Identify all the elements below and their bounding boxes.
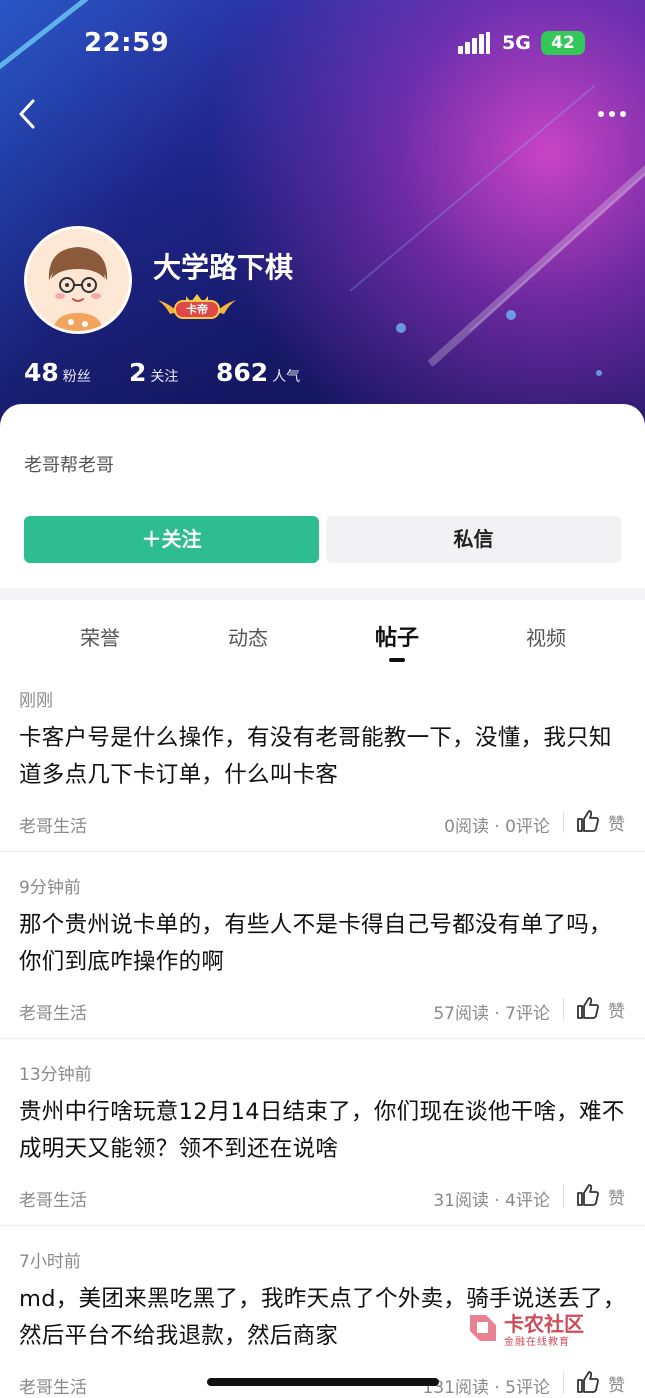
stat-value: 48 xyxy=(24,358,59,387)
stat-popularity: 862 人气 xyxy=(216,358,300,387)
status-time: 22:59 xyxy=(84,28,170,58)
post-stats: 0阅读 · 0评论 xyxy=(444,817,550,837)
decor-dot xyxy=(596,370,602,376)
tab-videos[interactable]: 视频 xyxy=(496,622,596,651)
profile-card: 老哥帮老哥 ＋关注 私信 xyxy=(0,404,645,594)
home-indicator[interactable] xyxy=(207,1378,439,1386)
thumbs-up-icon xyxy=(577,1371,599,1393)
avatar[interactable] xyxy=(24,226,132,334)
like-label: 赞 xyxy=(608,815,625,835)
network-type: 5G xyxy=(502,32,531,54)
like-button[interactable]: 赞 xyxy=(576,996,636,1022)
battery-level: 42 xyxy=(551,33,575,53)
post-title[interactable]: 卡客户号是什么操作，有没有老哥能教一下，没懂，我只知道多点几下卡订单，什么叫卡客 xyxy=(19,720,631,794)
post-item[interactable]: 9分钟前 那个贵州说卡单的，有些人不是卡得自己号都没有单了吗，你们到底咋操作的啊… xyxy=(0,852,645,1039)
decor-dot xyxy=(396,323,406,333)
stat-value: 862 xyxy=(216,358,269,387)
username: 大学路下棋 xyxy=(153,251,294,284)
stat-fans[interactable]: 48 粉丝 xyxy=(24,358,91,387)
rank-badge-label: 卡帝 xyxy=(186,303,208,316)
post-category[interactable]: 老哥生活 xyxy=(19,999,87,1024)
post-title[interactable]: 那个贵州说卡单的，有些人不是卡得自己号都没有单了吗，你们到底咋操作的啊 xyxy=(19,907,631,981)
post-time: 刚刚 xyxy=(19,691,53,711)
tab-honors[interactable]: 荣誉 xyxy=(50,622,150,651)
stat-following[interactable]: 2 关注 xyxy=(129,358,178,387)
like-label: 赞 xyxy=(608,1189,625,1209)
stat-label: 粉丝 xyxy=(62,369,91,385)
post-stats: 31阅读 · 4评论 xyxy=(433,1191,550,1211)
tab-posts[interactable]: 帖子 xyxy=(347,620,447,652)
post-item[interactable]: 刚刚 卡客户号是什么操作，有没有老哥能教一下，没懂，我只知道多点几下卡订单，什么… xyxy=(0,672,645,852)
watermark-logo: 卡农社区 金融在线教育 xyxy=(466,1308,596,1348)
stat-label: 人气 xyxy=(272,369,301,385)
thumbs-up-icon xyxy=(577,1184,599,1206)
post-item[interactable]: 13分钟前 贵州中行啥玩意12月14日结束了，你们现在谈他干啥，难不成明天又能领… xyxy=(0,1039,645,1226)
thumbs-up-icon xyxy=(577,997,599,1019)
stat-label: 关注 xyxy=(150,369,179,385)
like-button[interactable]: 赞 xyxy=(576,809,636,835)
section-divider xyxy=(0,588,645,600)
stat-value: 2 xyxy=(129,358,147,387)
rank-badge[interactable]: 卡帝 xyxy=(156,292,238,320)
decor-streak xyxy=(349,84,596,292)
cartoon-avatar-icon xyxy=(27,229,129,331)
back-button[interactable] xyxy=(14,96,42,132)
like-button[interactable]: 赞 xyxy=(576,1183,636,1209)
meta-divider xyxy=(563,1185,564,1207)
post-time: 9分钟前 xyxy=(19,878,81,898)
decor-streak xyxy=(427,133,645,367)
post-time: 7小时前 xyxy=(19,1252,81,1272)
post-category[interactable]: 老哥生活 xyxy=(19,1186,87,1211)
profile-tabs: 荣誉 动态 帖子 视频 xyxy=(0,600,645,672)
message-button[interactable]: 私信 xyxy=(326,516,621,563)
signal-icon xyxy=(458,32,492,54)
post-stats: 131阅读 · 5评论 xyxy=(422,1378,550,1398)
tab-activity[interactable]: 动态 xyxy=(198,622,298,651)
post-category[interactable]: 老哥生活 xyxy=(19,812,87,837)
follow-button[interactable]: ＋关注 xyxy=(24,516,319,563)
more-dots-icon xyxy=(598,111,626,117)
thumbs-up-icon xyxy=(577,810,599,832)
meta-divider xyxy=(563,811,564,833)
post-stats: 57阅读 · 7评论 xyxy=(433,1004,550,1024)
meta-divider xyxy=(563,1372,564,1394)
profile-stats: 48 粉丝 2 关注 862 人气 xyxy=(24,358,424,392)
status-bar: 22:59 5G 42 xyxy=(0,0,645,88)
like-label: 赞 xyxy=(608,1376,625,1396)
kanong-logo-icon xyxy=(470,1315,496,1341)
battery-icon: 42 xyxy=(541,31,585,55)
more-button[interactable] xyxy=(596,100,630,128)
profile-bio: 老哥帮老哥 xyxy=(24,455,114,476)
meta-divider xyxy=(563,998,564,1020)
decor-dot xyxy=(506,310,516,320)
active-tab-indicator xyxy=(389,658,405,662)
post-title[interactable]: 贵州中行啥玩意12月14日结束了，你们现在谈他干啥，难不成明天又能领？领不到还在… xyxy=(19,1094,631,1168)
post-time: 13分钟前 xyxy=(19,1065,92,1085)
post-category[interactable]: 老哥生活 xyxy=(19,1373,87,1398)
like-label: 赞 xyxy=(608,1002,625,1022)
chevron-left-icon xyxy=(19,99,35,129)
watermark-subtitle: 金融在线教育 xyxy=(504,1337,570,1348)
like-button[interactable]: 赞 xyxy=(576,1370,636,1396)
